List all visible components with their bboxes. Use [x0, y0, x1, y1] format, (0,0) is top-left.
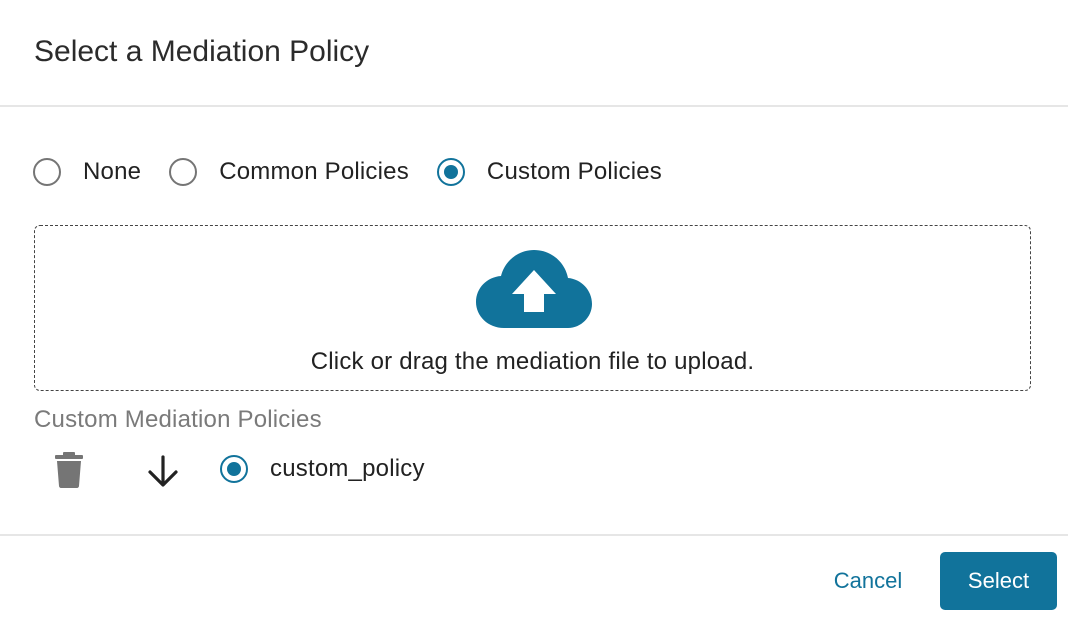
list-item: custom_policy	[34, 448, 634, 492]
custom-policies-section-label: Custom Mediation Policies	[34, 406, 322, 433]
select-button[interactable]: Select	[940, 552, 1057, 610]
custom-policy-radio-circle[interactable]	[220, 455, 248, 483]
radio-custom-policies-circle[interactable]	[436, 158, 465, 186]
radio-custom-policies-label: Custom Policies	[486, 158, 662, 185]
radio-option-custom-policies[interactable]: Custom Policies	[436, 158, 662, 186]
upload-instructions: Click or drag the mediation file to uplo…	[310, 348, 755, 375]
trash-icon[interactable]	[54, 452, 84, 488]
radio-option-none[interactable]: None	[33, 158, 141, 186]
policy-type-radio-group: None Common Policies Custom Policies	[33, 154, 690, 190]
dialog-header: Select a Mediation Policy	[0, 0, 1068, 107]
arrow-down-icon[interactable]	[145, 454, 181, 490]
radio-common-policies-label: Common Policies	[219, 158, 409, 185]
cloud-upload-icon	[476, 250, 592, 328]
cancel-button[interactable]: Cancel	[818, 552, 918, 610]
custom-policy-name: custom_policy	[270, 455, 425, 482]
custom-policy-radio-option[interactable]: custom_policy	[220, 455, 425, 483]
radio-none-circle[interactable]	[33, 158, 61, 186]
upload-dropzone[interactable]: Click or drag the mediation file to uplo…	[34, 225, 1031, 391]
radio-option-common-policies[interactable]: Common Policies	[169, 158, 409, 186]
dialog-title: Select a Mediation Policy	[34, 35, 370, 68]
radio-none-label: None	[83, 158, 142, 185]
mediation-policy-dialog: Select a Mediation Policy None Common Po…	[0, 0, 1068, 620]
radio-common-policies-circle[interactable]	[169, 158, 198, 186]
dialog-footer: Cancel Select	[0, 534, 1068, 620]
